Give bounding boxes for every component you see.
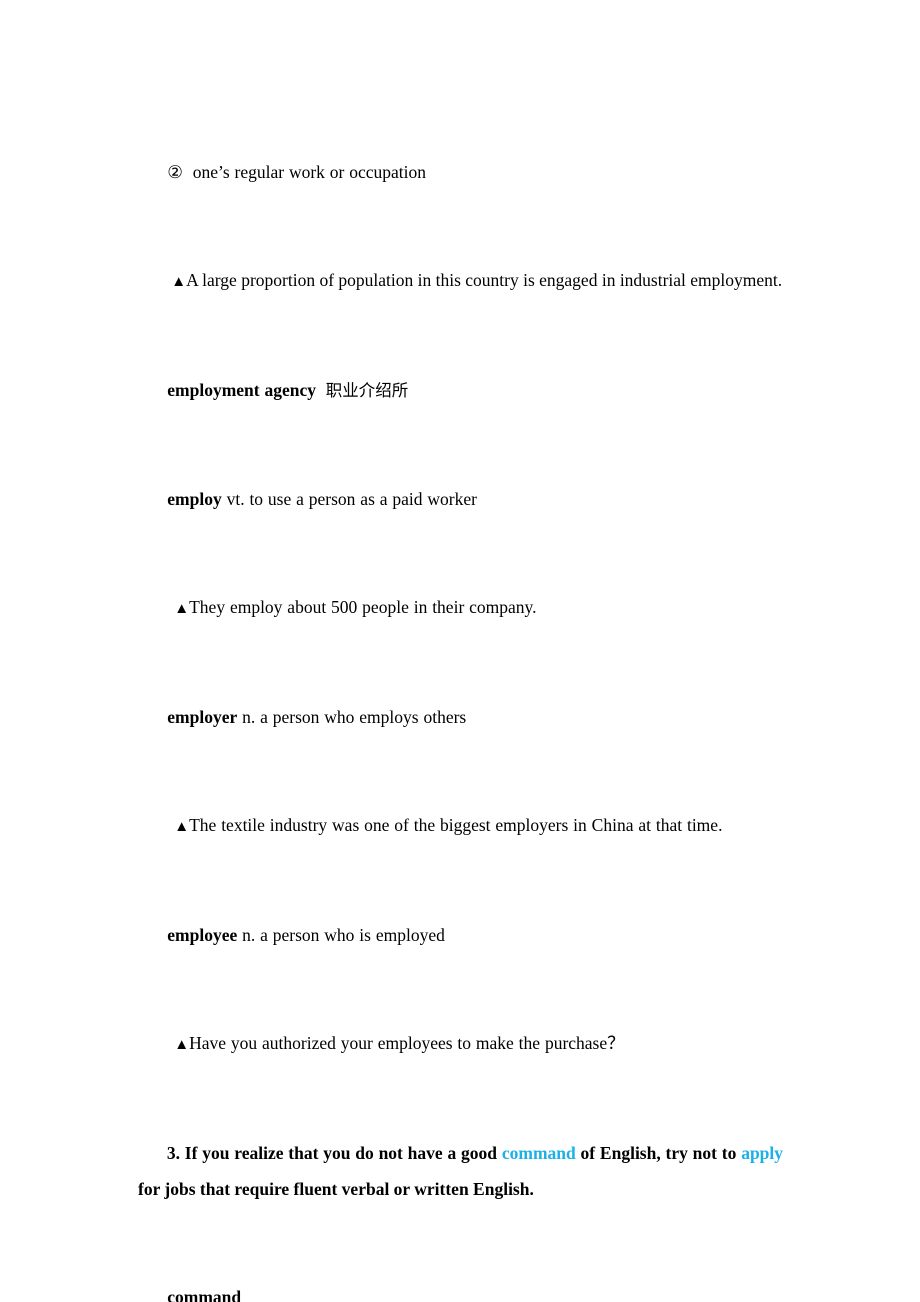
triangle-icon: ▲ xyxy=(171,274,187,290)
employer-entry: employer n. a person who employs others xyxy=(138,663,783,771)
employer-example-text: The textile industry was one of the bigg… xyxy=(189,815,723,835)
circled-two-icon: ② xyxy=(167,162,183,182)
employ-example-text: They employ about 500 people in their co… xyxy=(189,597,537,617)
triangle-icon: ▲ xyxy=(174,819,190,835)
triangle-icon: ▲ xyxy=(174,1037,190,1053)
employee-definition: n. a person who is employed xyxy=(237,925,445,945)
employee-entry: employee n. a person who is employed xyxy=(138,881,783,989)
employer-headword: employer xyxy=(167,707,238,727)
command-heading-text: command xyxy=(167,1287,242,1302)
employee-headword: employee xyxy=(167,925,238,945)
sentence-three: 3. If you realize that you do not have a… xyxy=(138,1099,783,1243)
sentence-three-part1: If you realize that you do not have a go… xyxy=(184,1143,502,1163)
sense-two-employment-text xyxy=(183,162,193,182)
employment-agency-chinese: 职业介绍所 xyxy=(325,381,409,400)
employ-definition: vt. to use a person as a paid worker xyxy=(221,489,477,509)
employ-example: ▲They employ about 500 people in their c… xyxy=(138,553,783,663)
employment-agency-entry: employment agency 职业介绍所 xyxy=(138,336,783,445)
employee-example-text: Have you authorized your employees to ma… xyxy=(189,1033,625,1053)
employer-definition: n. a person who employs others xyxy=(237,707,467,727)
employ-headword: employ xyxy=(167,489,222,509)
document-content: ② one’s regular work or occupation ▲A la… xyxy=(138,118,783,1302)
sentence-three-part2: of English, try not to xyxy=(575,1143,742,1163)
sentence-three-highlight-apply: apply xyxy=(741,1143,784,1163)
example-employment-text: A large proportion of population in this… xyxy=(186,270,783,290)
sense-two-employment-body: one’s regular work or occupation xyxy=(192,162,427,182)
employ-entry: employ vt. to use a person as a paid wor… xyxy=(138,445,783,553)
command-heading: command xyxy=(138,1243,783,1302)
triangle-icon: ▲ xyxy=(174,601,190,617)
sentence-three-highlight-command: command xyxy=(501,1143,576,1163)
employment-agency-headword: employment agency xyxy=(167,380,316,400)
document-page: ② one’s regular work or occupation ▲A la… xyxy=(0,0,920,1302)
sense-two-employment: ② one’s regular work or occupation xyxy=(138,118,783,226)
employer-example: ▲The textile industry was one of the big… xyxy=(138,771,783,881)
employee-example: ▲Have you authorized your employees to m… xyxy=(138,989,783,1099)
example-employment: ▲A large proportion of population in thi… xyxy=(138,226,783,336)
sentence-three-number: 3. xyxy=(166,1143,185,1163)
